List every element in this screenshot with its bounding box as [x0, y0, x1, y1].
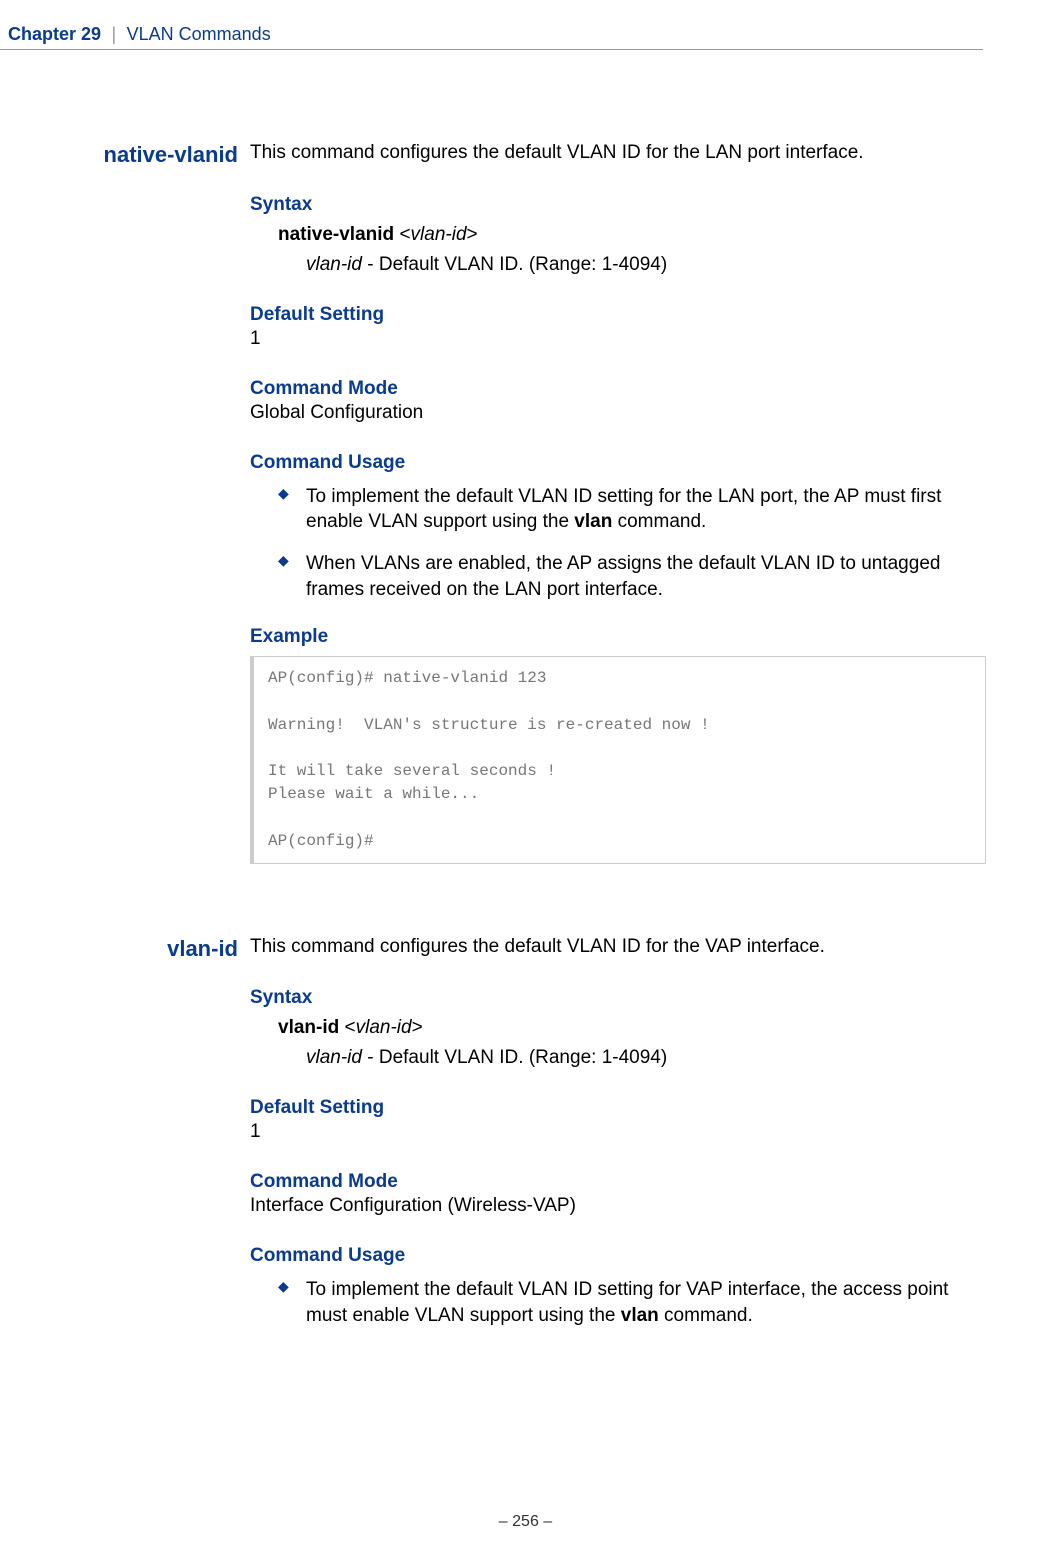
- example-heading: Example: [250, 626, 986, 648]
- syntax-bracket-close: >: [467, 224, 478, 245]
- syntax-heading: Syntax: [250, 987, 986, 1009]
- param-name: vlan-id: [306, 1047, 362, 1068]
- param-desc: - Default VLAN ID. (Range: 1-4094): [362, 1047, 667, 1068]
- syntax-bracket-open: <: [399, 224, 410, 245]
- page-footer: – 256 –: [0, 1513, 1051, 1531]
- mode-value: Global Configuration: [250, 402, 986, 424]
- usage-text-pre: When VLANs are enabled, the AP assigns t…: [306, 553, 940, 600]
- command-body: This command configures the default VLAN…: [238, 934, 986, 1353]
- syntax-command: vlan-id: [278, 1017, 339, 1038]
- page-header: Chapter 29 | VLAN Commands: [0, 24, 983, 50]
- mode-heading: Command Mode: [250, 378, 986, 400]
- example-code: AP(config)# native-vlanid 123 Warning! V…: [250, 656, 986, 864]
- usage-item: To implement the default VLAN ID setting…: [278, 1277, 986, 1328]
- usage-text-post: command.: [659, 1305, 753, 1326]
- param-line: vlan-id - Default VLAN ID. (Range: 1-409…: [306, 1047, 986, 1069]
- syntax-line: vlan-id <vlan-id>: [278, 1017, 986, 1039]
- syntax-heading: Syntax: [250, 194, 986, 216]
- param-name: vlan-id: [306, 254, 362, 275]
- usage-heading: Command Usage: [250, 452, 986, 474]
- mode-heading: Command Mode: [250, 1171, 986, 1193]
- syntax-arg: vlan-id: [356, 1017, 412, 1038]
- syntax-line: native-vlanid <vlan-id>: [278, 224, 986, 246]
- default-heading: Default Setting: [250, 1097, 986, 1119]
- page-content: native-vlanid This command configures th…: [0, 50, 1051, 1353]
- default-value: 1: [250, 1121, 986, 1143]
- usage-item: To implement the default VLAN ID setting…: [278, 484, 986, 535]
- usage-item: When VLANs are enabled, the AP assigns t…: [278, 551, 986, 602]
- syntax-arg: vlan-id: [411, 224, 467, 245]
- command-vlan-id: vlan-id This command configures the defa…: [100, 934, 986, 1353]
- usage-text-post: command.: [612, 511, 706, 532]
- default-heading: Default Setting: [250, 304, 986, 326]
- command-name: vlan-id: [100, 934, 238, 962]
- param-desc: - Default VLAN ID. (Range: 1-4094): [362, 254, 667, 275]
- param-line: vlan-id - Default VLAN ID. (Range: 1-409…: [306, 254, 986, 276]
- chapter-label: Chapter 29: [8, 24, 101, 44]
- command-intro: This command configures the default VLAN…: [250, 934, 986, 960]
- command-body: This command configures the default VLAN…: [238, 140, 986, 864]
- usage-heading: Command Usage: [250, 1245, 986, 1267]
- chapter-title: VLAN Commands: [127, 24, 271, 44]
- usage-text-bold: vlan: [574, 511, 612, 532]
- syntax-command: native-vlanid: [278, 224, 394, 245]
- syntax-bracket-close: >: [412, 1017, 423, 1038]
- default-value: 1: [250, 328, 986, 350]
- command-name: native-vlanid: [100, 140, 238, 168]
- chapter-separator: |: [112, 24, 117, 44]
- usage-list: To implement the default VLAN ID setting…: [250, 1277, 986, 1328]
- usage-list: To implement the default VLAN ID setting…: [250, 484, 986, 603]
- command-native-vlanid: native-vlanid This command configures th…: [100, 140, 986, 864]
- syntax-bracket-open: <: [345, 1017, 356, 1038]
- usage-text-bold: vlan: [621, 1305, 659, 1326]
- command-intro: This command configures the default VLAN…: [250, 140, 986, 166]
- mode-value: Interface Configuration (Wireless-VAP): [250, 1195, 986, 1217]
